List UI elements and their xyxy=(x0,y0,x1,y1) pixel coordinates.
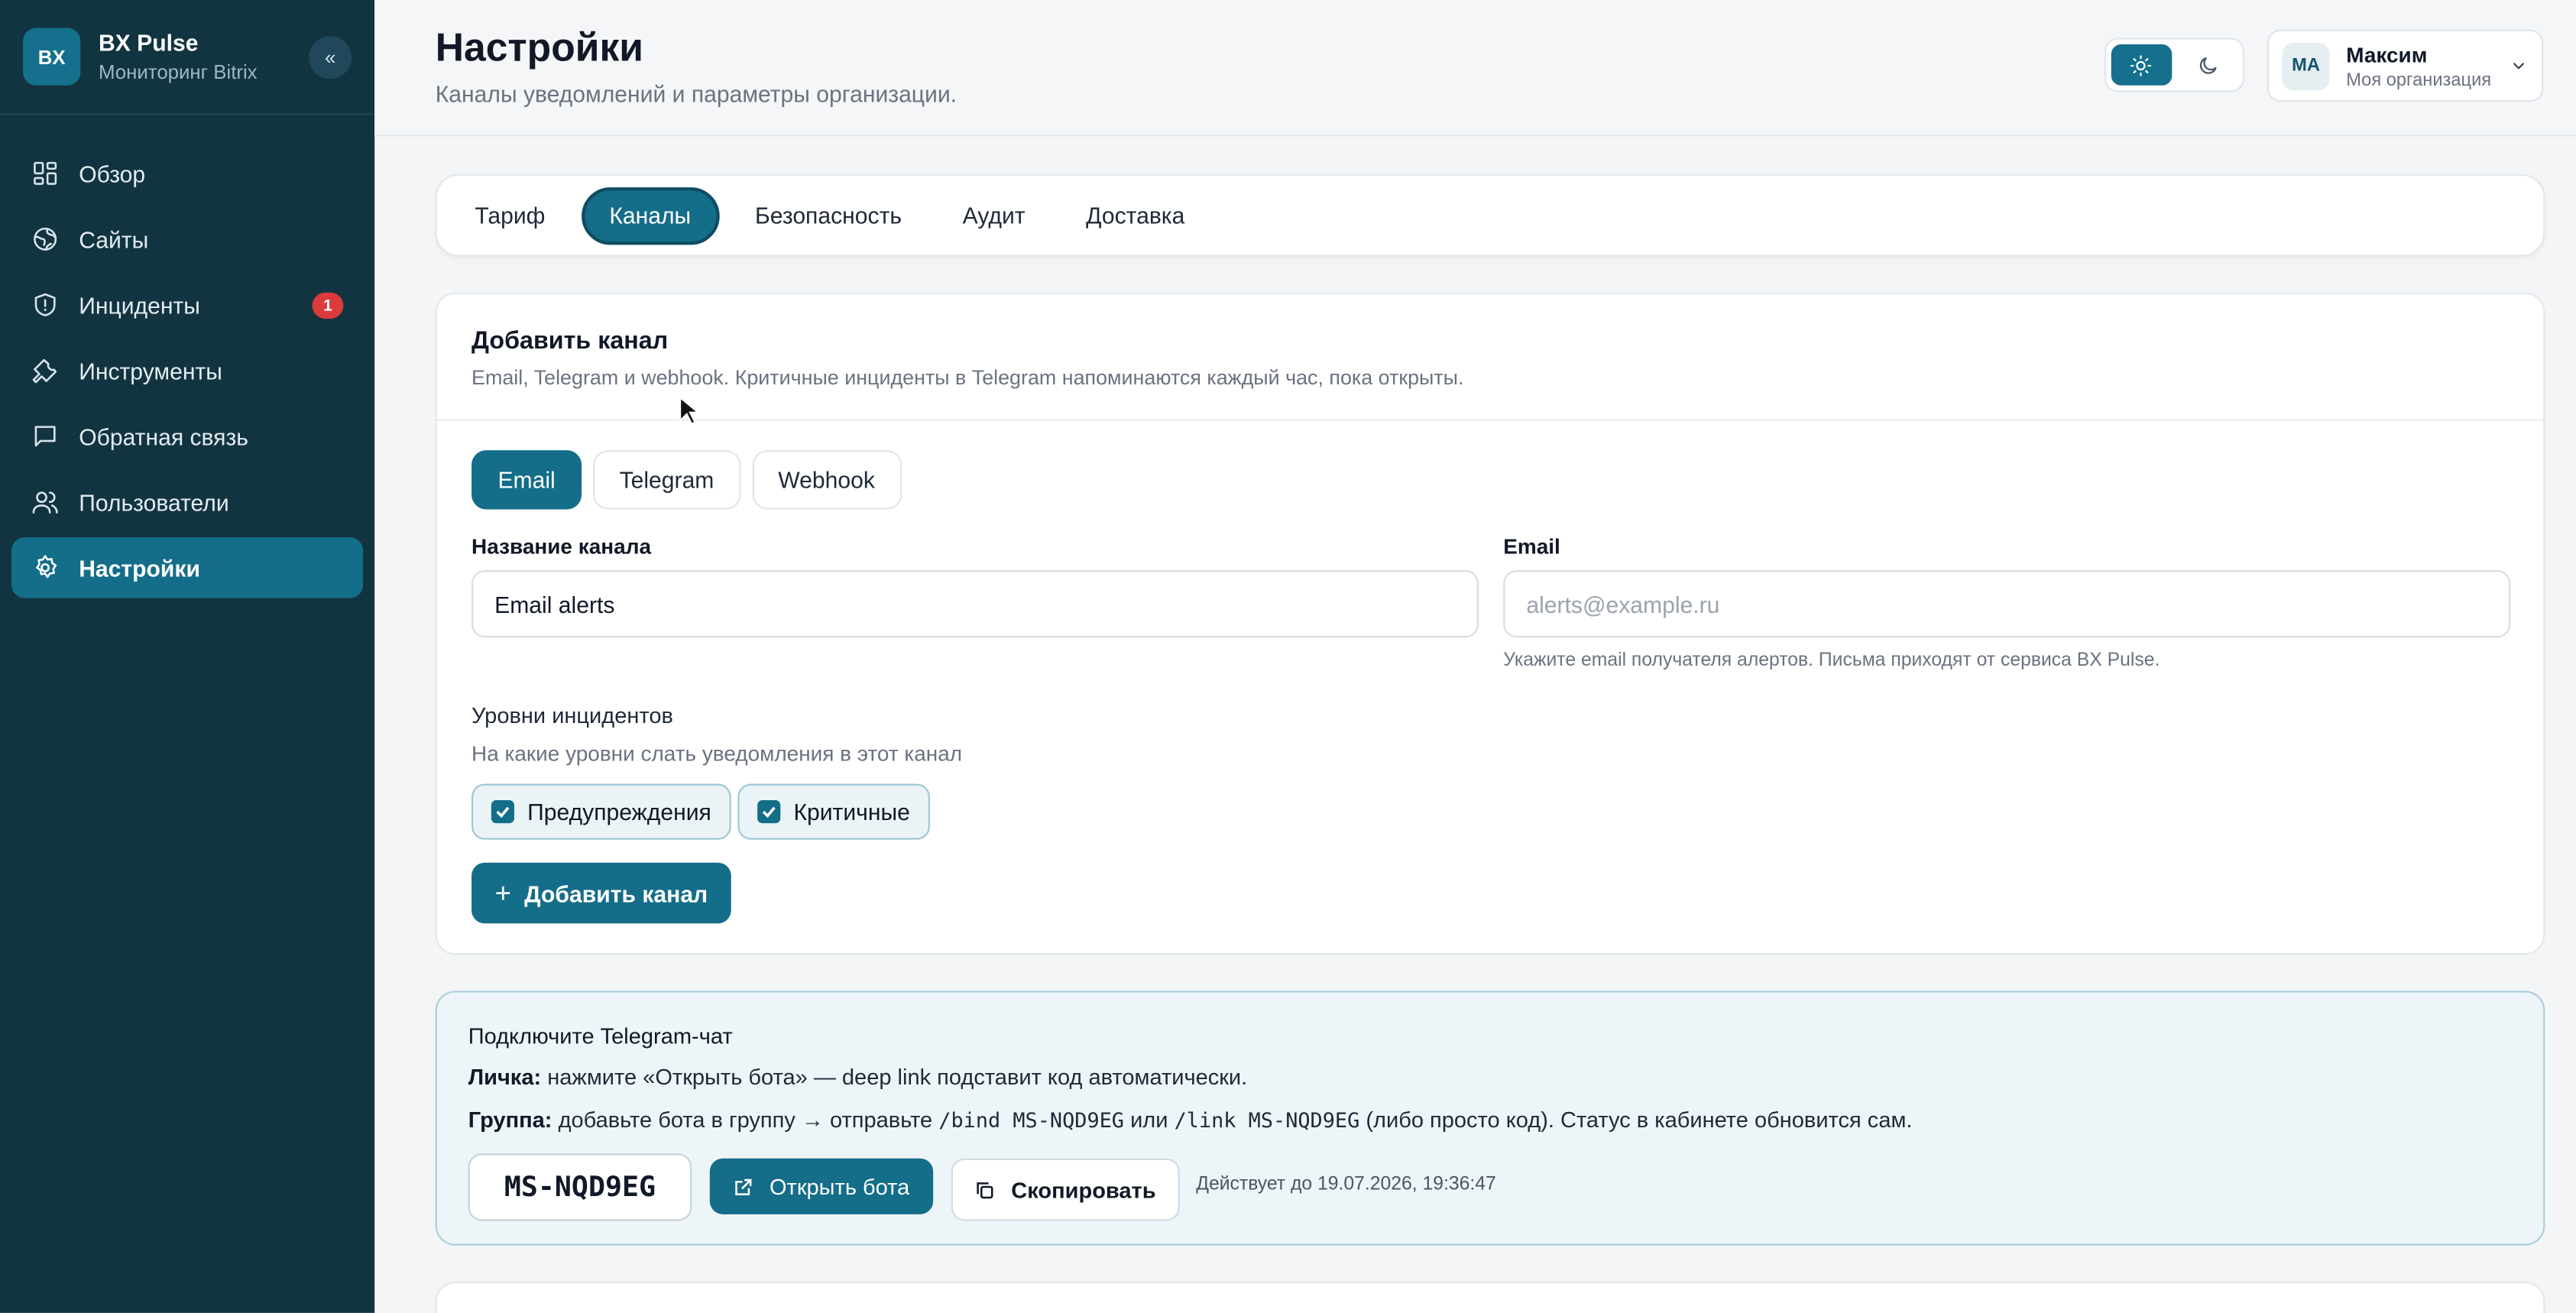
sun-icon xyxy=(2130,54,2152,76)
personal-label: Личка: xyxy=(468,1065,542,1090)
next-card xyxy=(435,1282,2545,1313)
external-link-icon xyxy=(736,1178,753,1195)
email-label: Email xyxy=(1503,533,1560,559)
level-label: Предупреждения xyxy=(527,798,711,825)
sidebar-item-label: Инструменты xyxy=(79,357,222,384)
add-channel-button-label: Добавить канал xyxy=(524,880,708,906)
sidebar-item-label: Инциденты xyxy=(79,291,200,319)
copy-label: Скопировать xyxy=(1011,1177,1156,1202)
avatar: МА xyxy=(2282,41,2330,90)
level-warnings-checkbox[interactable]: Предупреждения xyxy=(471,783,731,840)
levels-subtitle: На какие уровни слать уведомления в этот… xyxy=(471,741,963,766)
email-input[interactable]: alerts@example.ru xyxy=(1503,570,2511,638)
group-text: добавьте бота в группу → отправьте xyxy=(558,1107,933,1133)
sidebar-item-label: Сайты xyxy=(79,225,149,253)
open-bot-button[interactable]: Открыть бота xyxy=(709,1158,934,1214)
link-command: /link MS-NQD9EG xyxy=(1174,1107,1360,1133)
shield-icon xyxy=(31,291,60,319)
group-text: или xyxy=(1130,1107,1168,1133)
group-label: Группа: xyxy=(468,1107,552,1133)
gear-icon xyxy=(31,554,60,582)
globe-icon xyxy=(31,225,60,254)
users-icon xyxy=(31,488,60,517)
telegram-code[interactable]: MS-NQD9EG xyxy=(468,1153,692,1221)
level-label: Критичные xyxy=(793,798,910,825)
channel-name-label: Название канала xyxy=(471,533,652,559)
copy-button[interactable]: Скопировать xyxy=(951,1158,1180,1221)
plus-icon: + xyxy=(494,877,511,908)
open-bot-label: Открыть бота xyxy=(769,1174,910,1199)
sidebar-item-feedback[interactable]: Обратная связь xyxy=(11,406,363,467)
incidents-count-badge: 1 xyxy=(312,292,344,319)
tab-tariff[interactable]: Тариф xyxy=(450,186,570,244)
add-channel-title: Добавить канал xyxy=(471,326,669,355)
page-subtitle: Каналы уведомлений и параметры организац… xyxy=(435,80,957,107)
copy-icon xyxy=(977,1182,994,1198)
telegram-connect-card: Подключите Telegram-чат Личка: нажмите «… xyxy=(435,990,2545,1246)
brand: BX BX Pulse Мониторинг Bitrix « xyxy=(0,0,375,115)
email-hint: Укажите email получателя алертов. Письма… xyxy=(1503,650,2160,671)
settings-tabs: Тариф Каналы Безопасность Аудит Доставка xyxy=(435,173,2545,257)
checkbox-checked-icon xyxy=(491,800,514,824)
sidebar-item-incidents[interactable]: Инциденты 1 xyxy=(11,274,363,336)
sidebar-nav: Обзор Сайты Инциденты 1 Инструменты Обра… xyxy=(0,115,374,598)
sidebar-item-sites[interactable]: Сайты xyxy=(11,209,363,270)
code-valid-until: Действует до 19.07.2026, 19:36:47 xyxy=(1196,1175,1496,1195)
sidebar-item-label: Пользователи xyxy=(79,488,229,516)
chat-icon xyxy=(31,423,60,451)
chevron-down-icon xyxy=(2513,63,2525,70)
grid-icon xyxy=(31,160,60,188)
tab-security[interactable]: Безопасность xyxy=(731,186,927,244)
sidebar: BX BX Pulse Мониторинг Bitrix « Обзор Са… xyxy=(0,0,375,1313)
mouse-cursor-icon xyxy=(679,396,698,426)
theme-toggle xyxy=(2105,37,2244,92)
collapse-sidebar-button[interactable]: « xyxy=(309,35,352,79)
page-header: Настройки Каналы уведомлений и параметры… xyxy=(374,0,2576,137)
bind-command: /bind MS-NQD9EG xyxy=(938,1107,1125,1133)
channel-type-selector: Email Telegram Webhook xyxy=(471,450,912,510)
sidebar-item-label: Обратная связь xyxy=(79,423,248,450)
telegram-group-line: Группа: добавьте бота в группу → отправь… xyxy=(468,1107,1913,1132)
checkbox-checked-icon xyxy=(757,800,781,824)
channel-type-webhook[interactable]: Webhook xyxy=(751,450,902,510)
brand-subtitle: Мониторинг Bitrix xyxy=(99,60,258,84)
telegram-title: Подключите Telegram-чат xyxy=(468,1023,733,1049)
sidebar-item-settings[interactable]: Настройки xyxy=(11,537,364,598)
wrench-icon xyxy=(31,357,60,385)
brand-logo: BX xyxy=(23,28,81,86)
telegram-personal-line: Личка: нажмите «Открыть бота» — deep lin… xyxy=(468,1065,1247,1089)
levels-title: Уровни инцидентов xyxy=(471,703,673,728)
user-menu[interactable]: МА Максим Моя организация xyxy=(2267,29,2544,102)
add-channel-button[interactable]: + Добавить канал xyxy=(471,862,731,924)
level-critical-checkbox[interactable]: Критичные xyxy=(737,783,930,840)
tab-audit[interactable]: Аудит xyxy=(938,186,1049,244)
group-text: (либо просто код). Статус в кабинете обн… xyxy=(1366,1107,1913,1133)
dark-theme-button[interactable] xyxy=(2178,44,2237,86)
page-title: Настройки xyxy=(435,26,643,71)
tab-channels[interactable]: Каналы xyxy=(581,186,719,245)
channel-type-email[interactable]: Email xyxy=(471,450,582,510)
user-org: Моя организация xyxy=(2346,70,2492,90)
channel-name-input[interactable]: Email alerts xyxy=(471,570,1479,638)
light-theme-button[interactable] xyxy=(2111,44,2172,86)
personal-text: нажмите «Открыть бота» — deep link подст… xyxy=(547,1065,1248,1090)
sidebar-item-overview[interactable]: Обзор xyxy=(11,143,363,204)
sidebar-item-label: Настройки xyxy=(79,554,201,582)
brand-name: BX Pulse xyxy=(99,29,199,57)
moon-icon xyxy=(2199,56,2217,73)
user-name: Максим xyxy=(2346,41,2428,67)
channel-type-telegram[interactable]: Telegram xyxy=(593,450,740,510)
sidebar-item-label: Обзор xyxy=(79,160,146,187)
tab-delivery[interactable]: Доставка xyxy=(1061,186,1210,244)
sidebar-item-users[interactable]: Пользователи xyxy=(11,472,363,533)
add-channel-card: Добавить канал Email, Telegram и webhook… xyxy=(435,292,2545,955)
sidebar-item-tools[interactable]: Инструменты xyxy=(11,340,363,401)
add-channel-description: Email, Telegram и webhook. Критичные инц… xyxy=(471,366,1464,390)
